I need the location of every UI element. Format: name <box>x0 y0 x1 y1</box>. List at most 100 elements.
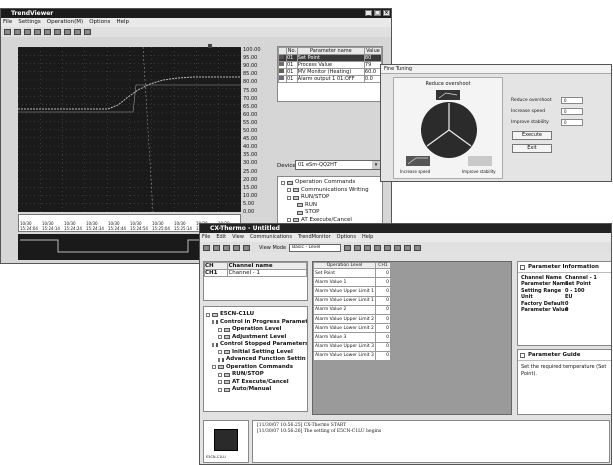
grid-row[interactable]: Alarm Value Lower Limit 30 <box>313 350 391 361</box>
collapse-icon[interactable] <box>520 352 525 358</box>
series-color-swatch[interactable] <box>278 54 287 62</box>
collapse-icon[interactable] <box>520 264 525 270</box>
expand-icon[interactable] <box>218 327 222 332</box>
fine-tuning-titlebar[interactable]: Fine Tuning <box>381 65 611 74</box>
start-icon[interactable] <box>14 29 21 35</box>
menu-edit[interactable]: Edit <box>216 233 226 242</box>
tree-item[interactable]: Advanced Function Settin <box>206 356 306 364</box>
tree-item[interactable]: Control Stopped Parameters <box>206 341 307 349</box>
download-icon[interactable] <box>354 244 362 251</box>
device-select[interactable]: 01 eSm-QQ2HT ▾ <box>295 160 381 170</box>
expand-icon[interactable] <box>218 350 222 355</box>
grid-value[interactable]: 0 <box>375 323 391 334</box>
exit-button[interactable]: Exit <box>512 144 552 153</box>
menu-operation[interactable]: Operation(M) <box>47 18 83 27</box>
grid-row[interactable]: Alarm Value Lower Limit 10 <box>313 295 391 306</box>
menu-options[interactable]: Options <box>89 18 110 27</box>
menu-file[interactable]: File <box>3 18 12 27</box>
series-color-swatch[interactable] <box>278 61 287 69</box>
grid-value[interactable]: 0 <box>375 313 391 325</box>
print-icon[interactable] <box>404 244 412 251</box>
chevron-down-icon[interactable]: ▾ <box>372 161 380 169</box>
execute-button[interactable]: Execute <box>512 131 552 140</box>
menu-options[interactable]: Options <box>337 233 356 242</box>
expand-icon[interactable] <box>218 357 220 362</box>
stop-icon[interactable] <box>24 29 31 35</box>
collapse-icon[interactable] <box>206 312 210 317</box>
minimize-button[interactable]: _ <box>365 10 372 16</box>
save-icon[interactable] <box>223 244 230 251</box>
tree-item[interactable]: Auto/Manual <box>206 386 305 394</box>
grid-value[interactable]: 0 <box>375 341 391 352</box>
tuning-input[interactable]: 0 <box>561 119 583 126</box>
maximize-button[interactable]: □ <box>374 10 381 16</box>
expand-icon[interactable] <box>287 218 291 223</box>
collapse-icon[interactable] <box>212 342 214 347</box>
help-icon[interactable] <box>414 244 422 251</box>
menu-view[interactable]: View <box>232 233 244 242</box>
grid-value[interactable]: 0 <box>375 277 391 288</box>
view-mode-select[interactable]: Basic - Level <box>289 243 342 252</box>
expand-icon[interactable] <box>218 380 222 385</box>
tuning-input[interactable]: 0 <box>561 108 583 115</box>
new-icon[interactable] <box>203 244 210 251</box>
collapse-icon[interactable] <box>212 320 214 325</box>
monitor-icon[interactable] <box>374 244 382 251</box>
grid-row[interactable]: Alarm Value 30 <box>313 332 391 343</box>
collapse-icon[interactable] <box>281 180 285 185</box>
grid-row[interactable]: Alarm Value Upper Limit 30 <box>313 341 391 352</box>
open-icon[interactable] <box>4 29 11 35</box>
tree-item[interactable]: AT Execute/Cancel <box>206 379 305 387</box>
grid-value[interactable]: 0 <box>375 304 391 315</box>
tree-operation-commands[interactable]: Operation Commands <box>281 179 379 187</box>
cxthermo-titlebar[interactable]: CX-Thermo - Untitled <box>200 224 611 233</box>
compare-icon[interactable] <box>364 244 372 251</box>
chart-icon[interactable] <box>54 29 61 35</box>
tree-run-stop[interactable]: RUN/STOP <box>281 194 379 202</box>
menu-communications[interactable]: Communications <box>250 233 292 242</box>
grid-row[interactable]: Alarm Value 20 <box>313 304 391 315</box>
expand-icon[interactable] <box>218 372 222 377</box>
grid-row[interactable]: Alarm Value 10 <box>313 277 391 288</box>
tree-item[interactable]: Operation Commands <box>206 364 305 372</box>
zoom-icon[interactable] <box>34 29 41 35</box>
grid-row[interactable]: Alarm Value Upper Limit 20 <box>313 313 391 325</box>
parameter-row[interactable]: 01 MV Monitor (Heating) 60.0 <box>278 68 382 76</box>
tree-communications-writing[interactable]: Communications Writing <box>281 187 379 195</box>
series-color-swatch[interactable] <box>278 68 287 76</box>
expand-icon[interactable] <box>218 387 222 392</box>
tree-item[interactable]: RUN/STOP <box>206 371 305 379</box>
tree-item[interactable]: Control in Progress Paramet <box>206 319 307 327</box>
tree-run[interactable]: RUN <box>281 202 379 210</box>
menu-help[interactable]: Help <box>116 18 129 27</box>
settings-icon[interactable] <box>74 29 81 35</box>
collapse-icon[interactable] <box>212 365 216 370</box>
trend-cursor-marker[interactable] <box>208 44 212 48</box>
tree-item[interactable]: Adjustment Level <box>206 334 305 342</box>
upload-icon[interactable] <box>344 244 352 251</box>
collapse-icon[interactable] <box>287 195 291 200</box>
parameter-row[interactable]: 01 Alarm output 1 01:OFF 0.0 <box>278 75 382 83</box>
grid-value[interactable]: 0 <box>375 295 391 306</box>
grid-row[interactable]: Alarm Value Upper Limit 10 <box>313 286 391 297</box>
series-color-swatch[interactable] <box>278 75 287 83</box>
grid-row[interactable]: Alarm Value Lower Limit 20 <box>313 323 391 334</box>
grid-value[interactable]: 0 <box>375 350 391 361</box>
device-thumbnail[interactable]: E5CN-C1LU <box>203 420 249 463</box>
trend-graph[interactable] <box>18 47 241 212</box>
expand-icon[interactable] <box>287 188 291 193</box>
parameter-row[interactable]: 01 Set Point 80 <box>278 54 382 62</box>
paste-icon[interactable] <box>243 244 250 251</box>
trendviewer-titlebar[interactable]: TrendViewer _ □ × <box>1 9 391 18</box>
scale-icon[interactable] <box>64 29 71 35</box>
grid-row[interactable]: Set Point 0 <box>313 267 391 279</box>
tune-icon[interactable] <box>394 244 402 251</box>
tuning-input[interactable]: 0 <box>561 97 583 104</box>
tree-stop[interactable]: STOP <box>281 209 379 217</box>
parameter-row[interactable]: 01 Process Value 79 <box>278 61 382 69</box>
close-button[interactable]: × <box>383 10 390 16</box>
tree-item[interactable]: E5CN-C1LU <box>206 311 305 319</box>
save-icon[interactable] <box>44 29 51 35</box>
menu-settings[interactable]: Settings <box>18 18 41 27</box>
grid-value[interactable]: 0 <box>375 286 391 297</box>
